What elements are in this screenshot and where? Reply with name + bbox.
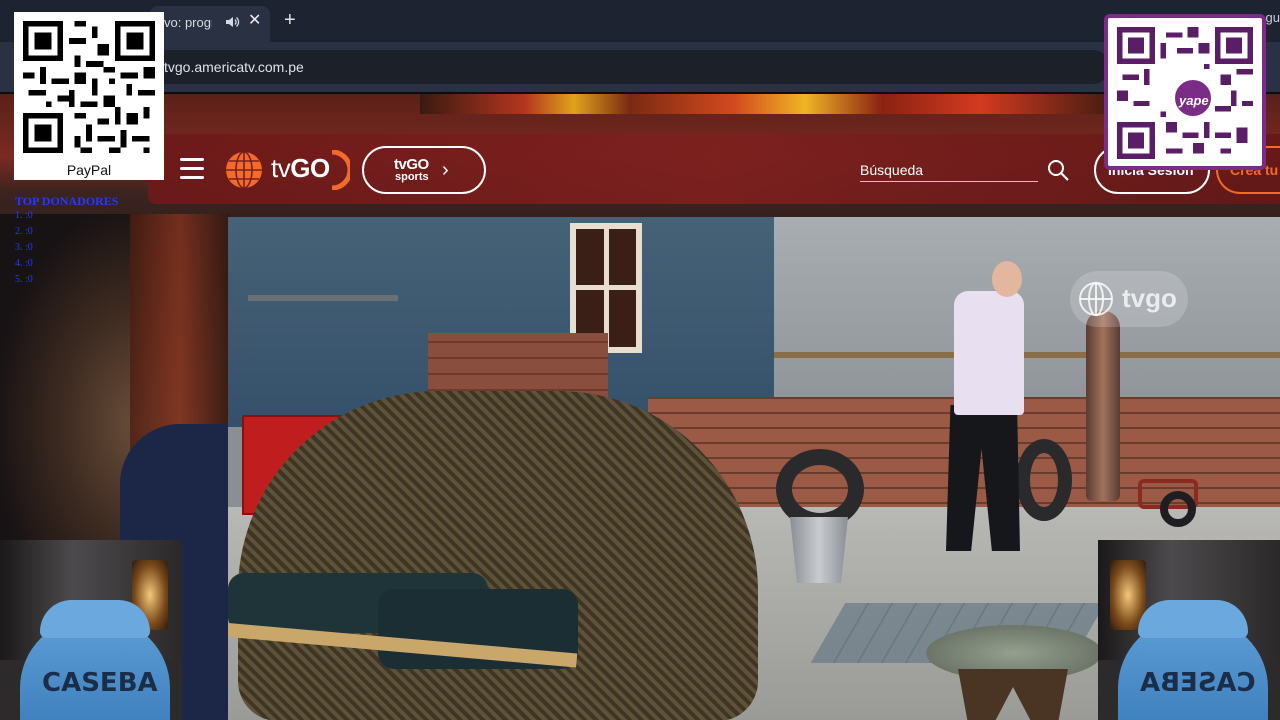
video-watermark: tvgo: [1070, 271, 1188, 327]
address-bar[interactable]: tvgo.americatv.com.pe: [150, 50, 1110, 84]
logo-arc-icon: [331, 150, 350, 190]
browser-tab[interactable]: vo: progra ✕: [150, 6, 270, 42]
url-text: tvgo.americatv.com.pe: [164, 59, 304, 75]
search-icon[interactable]: [1046, 158, 1070, 182]
donor-row: 2. :0: [15, 226, 33, 237]
globe-logo-icon[interactable]: [224, 150, 264, 190]
webcam-overlay-left: CASEBA: [0, 540, 182, 720]
tabstrip-right-text: gu: [1265, 10, 1280, 25]
globe-watermark-icon: [1079, 282, 1113, 316]
paypal-qr-code: [17, 15, 161, 159]
yape-label: yape: [1179, 93, 1209, 108]
search-underline: [860, 181, 1038, 182]
webcam-cap-text: CASEBA: [42, 668, 158, 698]
tab-title: vo: progra: [164, 15, 212, 30]
browser-tabstrip: vo: progra ✕ + gu: [0, 0, 1280, 42]
new-tab-button[interactable]: +: [284, 8, 296, 32]
donor-row: 1. :0: [15, 210, 33, 221]
search-input[interactable]: Búsqueda: [860, 162, 923, 178]
tvgo-sports-button[interactable]: tvGO sports ›: [362, 146, 486, 194]
browser-toolbar: tvgo.americatv.com.pe: [0, 42, 1280, 92]
background-food-strip: [420, 94, 1120, 114]
donors-title: TOP DONADORES: [15, 194, 119, 208]
speaker-icon[interactable]: [224, 14, 240, 30]
yape-qr-card: yape: [1104, 14, 1266, 170]
watermark-text: tvgo: [1122, 283, 1177, 313]
paypal-qr-card: PayPal: [14, 12, 164, 180]
chevron-right-icon: ›: [442, 159, 449, 181]
top-donors-list: TOP DONADORES 1. :0 2. :0 3. :0 4. :0 5.…: [15, 194, 155, 288]
site-logo[interactable]: tvGO: [271, 153, 330, 184]
webcam-overlay-right: CASEBA: [1098, 540, 1280, 720]
tab-close-icon[interactable]: ✕: [248, 12, 261, 30]
yape-logo-icon: yape: [1173, 78, 1213, 118]
donor-row: 4. :0: [15, 258, 33, 269]
sports-button-label: sports: [395, 171, 429, 183]
donor-row: 3. :0: [15, 242, 33, 253]
paypal-label: PayPal: [66, 162, 112, 178]
hamburger-menu-icon[interactable]: [180, 158, 204, 180]
webcam-cap-text: CASEBA: [1140, 668, 1256, 698]
donor-row: 5. :0: [15, 274, 33, 285]
